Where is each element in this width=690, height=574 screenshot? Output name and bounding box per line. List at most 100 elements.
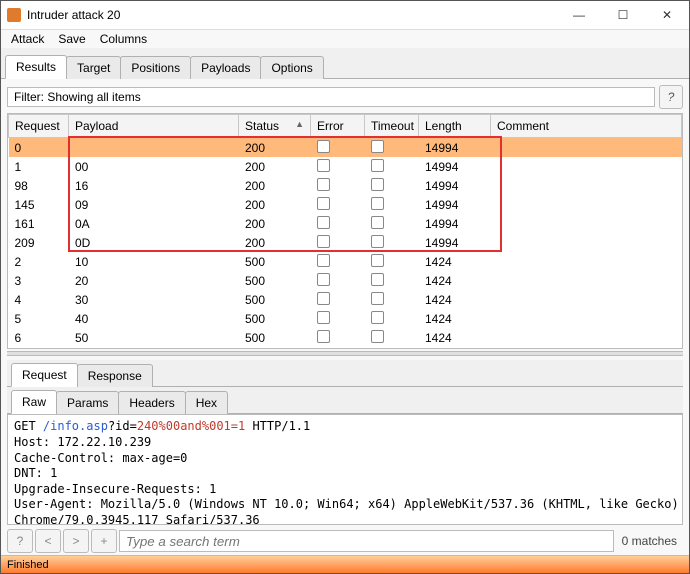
checkbox-icon (371, 292, 384, 305)
tab-request[interactable]: Request (11, 363, 78, 387)
search-help-button[interactable]: ? (7, 529, 33, 553)
cell-comment (491, 271, 682, 290)
menu-save[interactable]: Save (52, 30, 91, 48)
checkbox-icon (317, 273, 330, 286)
cell-payload: 40 (69, 309, 239, 328)
cell-error (311, 328, 365, 347)
request-raw-view[interactable]: GET /info.asp?id=240%00and%001=1 HTTP/1.… (7, 414, 683, 525)
table-row[interactable]: 020014994 (9, 138, 682, 158)
cell-length: 14994 (419, 195, 491, 214)
search-matches: 0 matches (616, 534, 683, 548)
cell-error (311, 271, 365, 290)
results-table: Request Payload Status▲ Error Timeout Le… (7, 113, 683, 348)
search-add-button[interactable]: + (91, 529, 117, 553)
tab-raw[interactable]: Raw (11, 390, 57, 414)
checkbox-icon (317, 159, 330, 172)
col-request[interactable]: Request (9, 115, 69, 138)
table-row[interactable]: 1610A20014994 (9, 214, 682, 233)
cell-error (311, 157, 365, 176)
search-input[interactable] (119, 530, 614, 552)
cell-length: 14994 (419, 214, 491, 233)
search-next-button[interactable]: > (63, 529, 89, 553)
cell-request: 1 (9, 157, 69, 176)
tab-headers[interactable]: Headers (118, 391, 185, 414)
table-row[interactable]: 981620014994 (9, 176, 682, 195)
minimize-button[interactable]: — (557, 1, 601, 29)
tab-positions[interactable]: Positions (120, 56, 191, 79)
cell-timeout (365, 347, 419, 348)
cell-comment (491, 347, 682, 348)
tab-payloads[interactable]: Payloads (190, 56, 261, 79)
app-icon (7, 8, 21, 22)
cell-error (311, 195, 365, 214)
cell-payload: 00 (69, 157, 239, 176)
tab-options[interactable]: Options (260, 56, 323, 79)
table-row[interactable]: 2105001424 (9, 252, 682, 271)
cell-status: 200 (239, 214, 311, 233)
cell-status: 500 (239, 309, 311, 328)
table-row[interactable]: 3205001424 (9, 271, 682, 290)
cell-error (311, 176, 365, 195)
cell-error (311, 252, 365, 271)
cell-payload: 50 (69, 328, 239, 347)
cell-length: 14994 (419, 138, 491, 158)
tab-hex[interactable]: Hex (185, 391, 228, 414)
cell-timeout (365, 214, 419, 233)
checkbox-icon (371, 140, 384, 153)
title-bar: Intruder attack 20 — ☐ ✕ (1, 1, 689, 30)
table-row[interactable]: 5405001424 (9, 309, 682, 328)
cell-timeout (365, 271, 419, 290)
app-window: Intruder attack 20 — ☐ ✕ Attack Save Col… (0, 0, 690, 574)
search-bar: ? < > + 0 matches (7, 529, 683, 553)
cell-timeout (365, 290, 419, 309)
cell-request: 5 (9, 309, 69, 328)
window-title: Intruder attack 20 (27, 8, 557, 22)
table-row[interactable]: 1450920014994 (9, 195, 682, 214)
cell-comment (491, 328, 682, 347)
col-timeout[interactable]: Timeout (365, 115, 419, 138)
close-button[interactable]: ✕ (645, 1, 689, 29)
col-payload[interactable]: Payload (69, 115, 239, 138)
col-length[interactable]: Length (419, 115, 491, 138)
tab-target[interactable]: Target (66, 56, 121, 79)
tab-response[interactable]: Response (77, 364, 153, 387)
help-button[interactable]: ? (659, 85, 683, 109)
filter-input[interactable]: Filter: Showing all items (7, 87, 655, 107)
checkbox-icon (317, 235, 330, 248)
table-row[interactable]: 7605001424 (9, 347, 682, 348)
checkbox-icon (317, 197, 330, 210)
cell-payload: 30 (69, 290, 239, 309)
cell-error (311, 309, 365, 328)
cell-length: 1424 (419, 290, 491, 309)
cell-error (311, 214, 365, 233)
menu-attack[interactable]: Attack (5, 30, 50, 48)
cell-request: 98 (9, 176, 69, 195)
maximize-button[interactable]: ☐ (601, 1, 645, 29)
menu-bar: Attack Save Columns (1, 30, 689, 48)
table-row[interactable]: 6505001424 (9, 328, 682, 347)
cell-timeout (365, 252, 419, 271)
cell-status: 200 (239, 138, 311, 158)
cell-request: 4 (9, 290, 69, 309)
cell-status: 200 (239, 233, 311, 252)
cell-comment (491, 157, 682, 176)
checkbox-icon (371, 159, 384, 172)
detail-section: Request Response Raw Params Headers Hex (7, 360, 683, 414)
checkbox-icon (371, 254, 384, 267)
tab-params[interactable]: Params (56, 391, 119, 414)
tab-results[interactable]: Results (5, 55, 67, 79)
table-header-row: Request Payload Status▲ Error Timeout Le… (9, 115, 682, 138)
table-row[interactable]: 430500 1424 (9, 290, 682, 309)
col-error[interactable]: Error (311, 115, 365, 138)
search-prev-button[interactable]: < (35, 529, 61, 553)
table-row[interactable]: 2090D20014994 (9, 233, 682, 252)
col-comment[interactable]: Comment (491, 115, 682, 138)
menu-columns[interactable]: Columns (94, 30, 153, 48)
splitter[interactable] (7, 351, 683, 357)
cell-status: 500 (239, 290, 311, 309)
filter-row: Filter: Showing all items ? (7, 85, 683, 109)
cell-request: 209 (9, 233, 69, 252)
col-status[interactable]: Status▲ (239, 115, 311, 138)
table-row[interactable]: 10020014994 (9, 157, 682, 176)
cell-payload: 20 (69, 271, 239, 290)
